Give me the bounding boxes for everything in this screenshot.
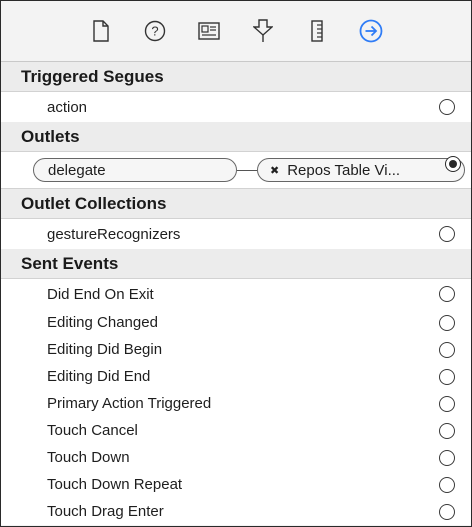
file-inspector-icon[interactable] xyxy=(74,11,128,51)
list-item: Touch Drag Enter xyxy=(1,498,471,525)
list-item: Editing Did End xyxy=(1,363,471,390)
list-item: gestureRecognizers xyxy=(1,219,471,249)
row-label: Touch Down xyxy=(47,449,130,466)
list-item: Touch Down xyxy=(1,444,471,471)
remove-connection-icon[interactable]: ✖ xyxy=(270,164,279,177)
connection-circle[interactable] xyxy=(439,341,455,358)
row-label: Touch Drag Enter xyxy=(47,503,164,520)
section-header-outlet-collections: Outlet Collections xyxy=(1,189,471,219)
row-label: Editing Did End xyxy=(47,368,151,385)
size-inspector-icon[interactable] xyxy=(290,11,344,51)
connections-inspector-panel: ? Triggered Segues action Outlets delega… xyxy=(0,0,472,527)
connection-circle[interactable] xyxy=(439,503,455,520)
row-label: Primary Action Triggered xyxy=(47,395,212,412)
section-header-outlets: Outlets xyxy=(1,122,471,152)
connection-circle[interactable] xyxy=(439,449,455,466)
connection-circle[interactable] xyxy=(439,422,455,439)
row-label: Touch Cancel xyxy=(47,422,138,439)
list-item: Did End On Exit xyxy=(1,279,471,309)
outlet-target-pill[interactable]: ✖ Repos Table Vi... xyxy=(257,158,465,182)
quick-help-icon[interactable]: ? xyxy=(128,11,182,51)
connection-circle[interactable] xyxy=(439,395,455,412)
row-label: gestureRecognizers xyxy=(47,225,181,243)
outlet-connection-row: delegate ✖ Repos Table Vi... xyxy=(1,152,471,189)
connection-circle[interactable] xyxy=(439,476,455,493)
section-header-triggered-segues: Triggered Segues xyxy=(1,62,471,92)
section-header-sent-events: Sent Events xyxy=(1,249,471,279)
outlet-pill[interactable]: delegate xyxy=(33,158,237,182)
list-item: Editing Changed xyxy=(1,309,471,336)
list-item: Editing Did Begin xyxy=(1,336,471,363)
list-item: Primary Action Triggered xyxy=(1,390,471,417)
row-label: Did End On Exit xyxy=(47,285,154,303)
identity-inspector-icon[interactable] xyxy=(182,11,236,51)
inspector-toolbar: ? xyxy=(1,1,471,62)
list-item: Touch Down Repeat xyxy=(1,471,471,498)
outlet-label: delegate xyxy=(48,161,106,179)
connections-inspector-icon[interactable] xyxy=(344,11,398,51)
connected-circle-icon[interactable] xyxy=(445,156,461,172)
row-label: Touch Down Repeat xyxy=(47,476,183,493)
connection-circle[interactable] xyxy=(439,286,455,302)
attributes-inspector-icon[interactable] xyxy=(236,11,290,51)
row-label: action xyxy=(47,98,88,116)
connection-circle[interactable] xyxy=(439,99,455,115)
list-item: Touch Cancel xyxy=(1,417,471,444)
connection-circle[interactable] xyxy=(439,314,455,331)
target-label: Repos Table Vi... xyxy=(287,161,401,179)
row-label: Editing Changed xyxy=(47,314,158,331)
connection-line xyxy=(237,170,257,171)
list-item: action xyxy=(1,92,471,122)
svg-text:?: ? xyxy=(151,24,158,39)
connection-circle[interactable] xyxy=(439,226,455,242)
row-label: Editing Did Begin xyxy=(47,341,163,358)
connection-circle[interactable] xyxy=(439,368,455,385)
